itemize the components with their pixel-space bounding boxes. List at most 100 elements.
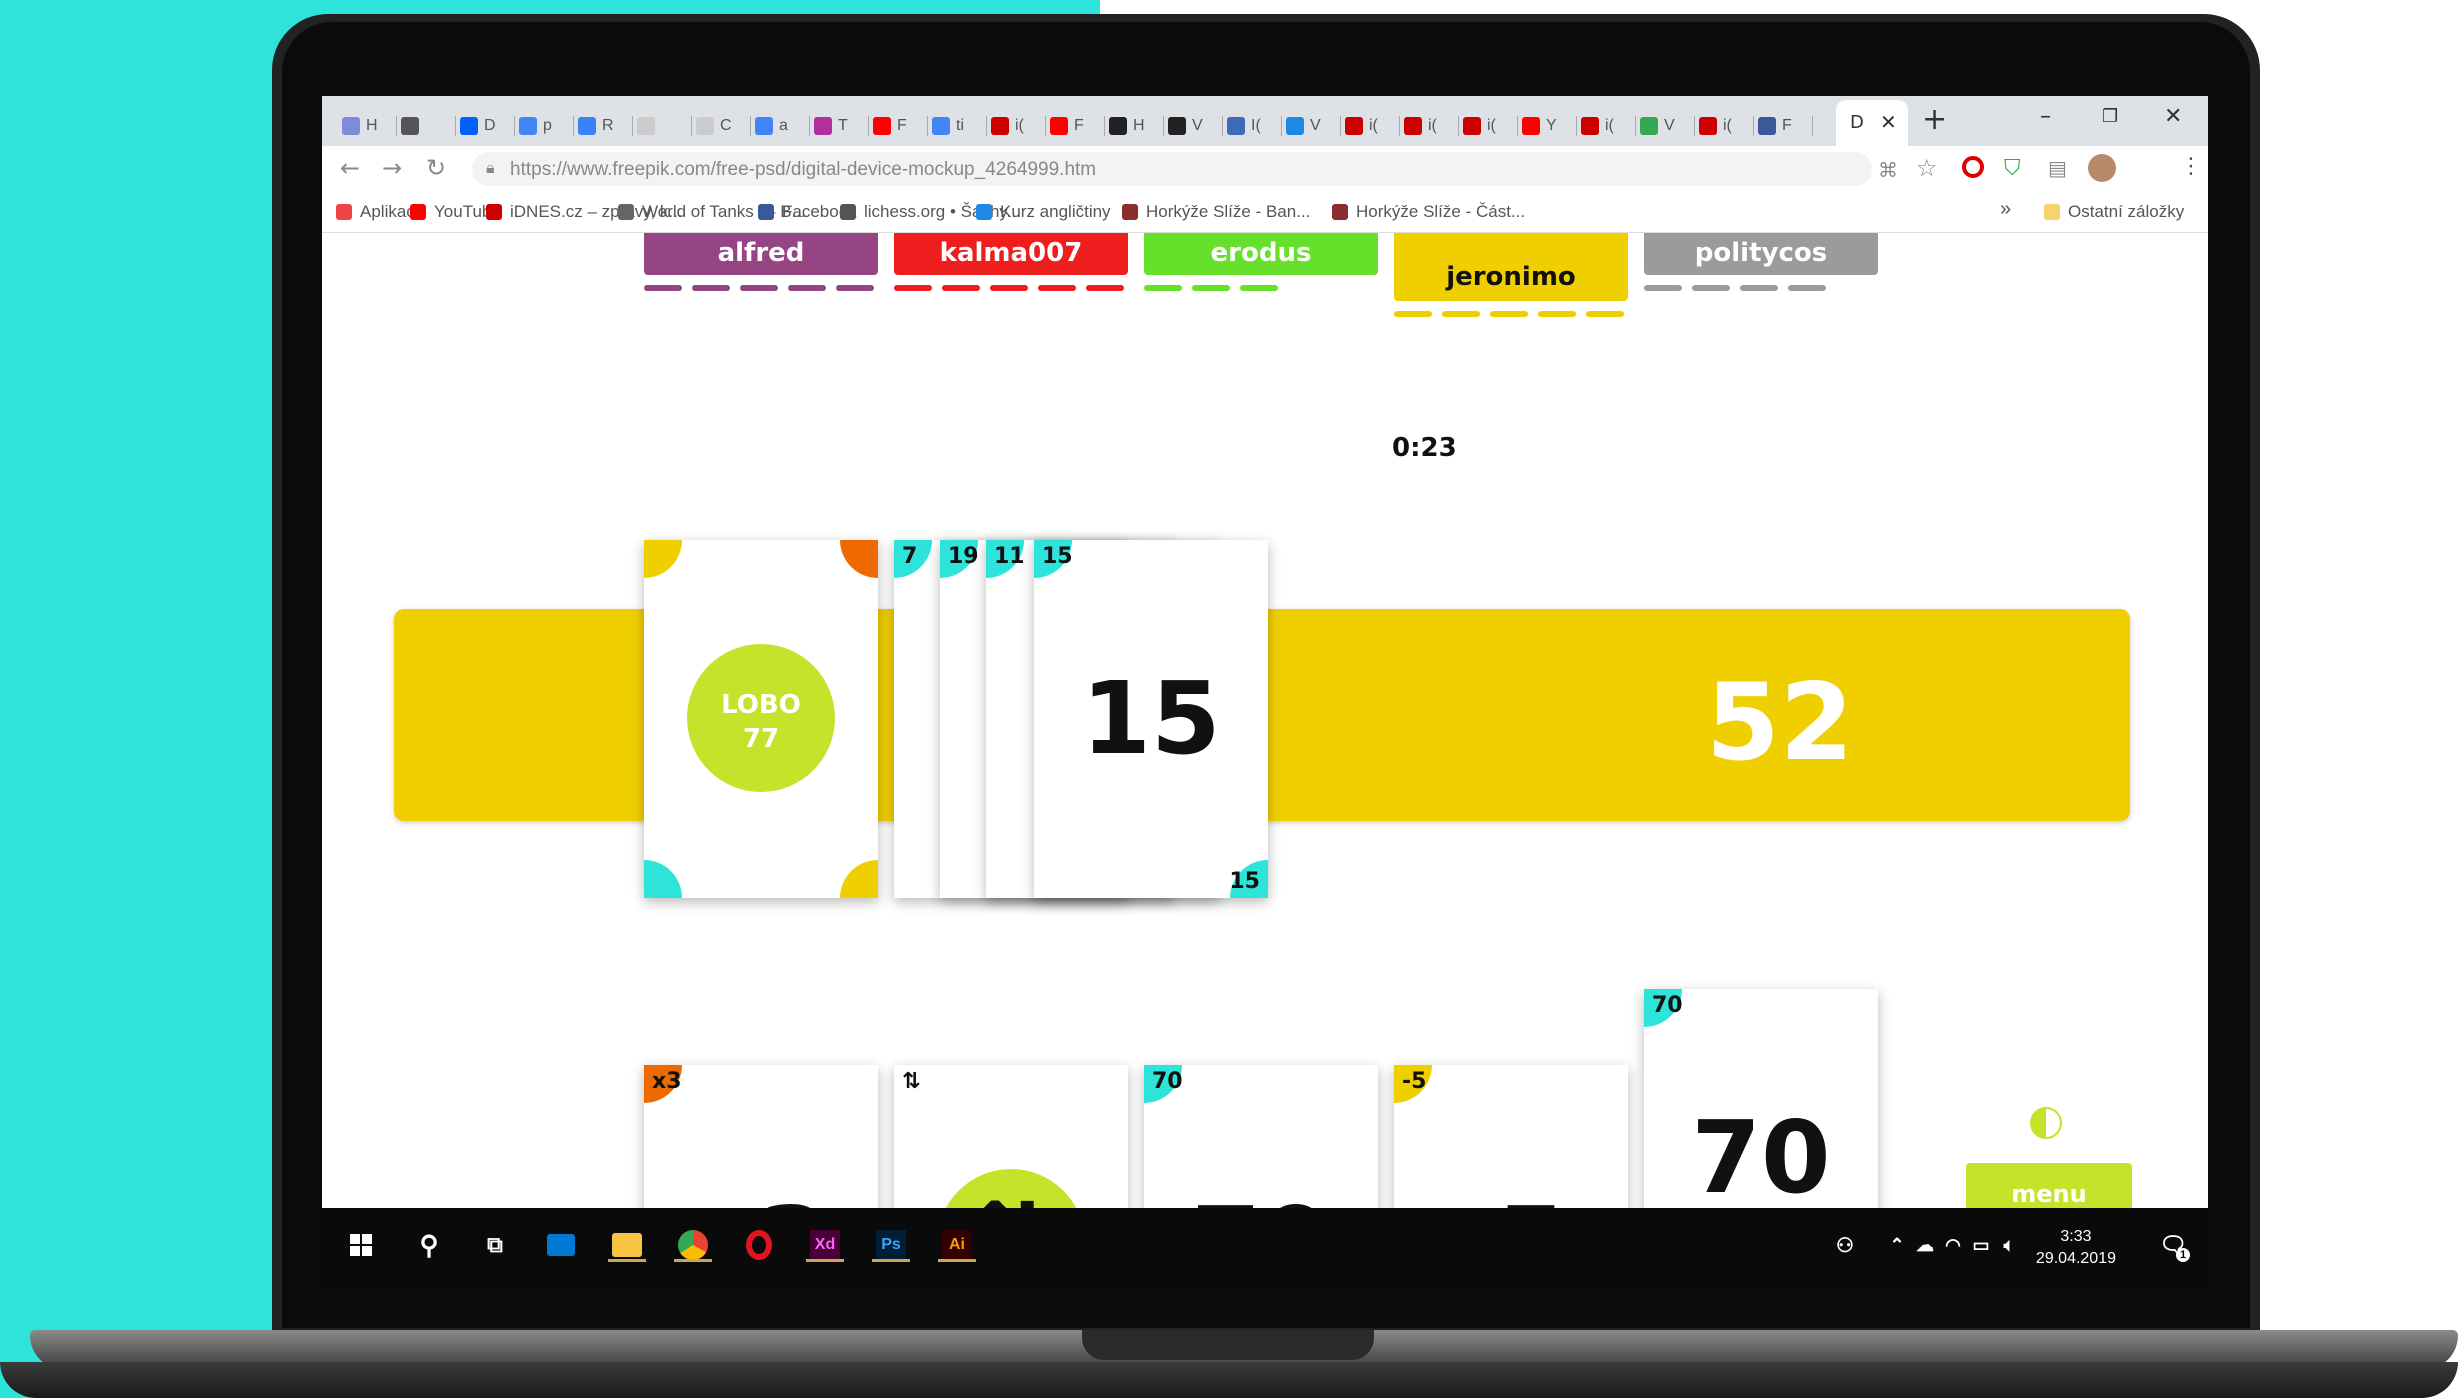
tab-separator (1812, 116, 1813, 136)
tab-label: p (543, 117, 552, 134)
chrome-icon[interactable] (670, 1222, 716, 1268)
profile-avatar[interactable] (2088, 154, 2116, 182)
life-dash (990, 285, 1028, 291)
minimize-icon[interactable]: – (2040, 104, 2051, 129)
browser-tab[interactable]: F (1748, 106, 1813, 146)
outlook-icon[interactable] (538, 1222, 584, 1268)
laptop-base-lip (0, 1362, 2458, 1398)
browser-tab[interactable]: ti (922, 106, 987, 146)
browser-tab[interactable]: a (745, 106, 810, 146)
opera-icon[interactable] (736, 1222, 782, 1268)
windows-start-icon[interactable] (338, 1222, 384, 1268)
tab-label: R (602, 117, 614, 134)
extension-icon[interactable]: ▤ (2048, 156, 2067, 180)
card-corner-number: 7 (902, 544, 918, 569)
player-lives (644, 285, 874, 291)
menu-dots-icon[interactable]: ⋮ (2180, 154, 2202, 179)
bookmark-item[interactable]: Horkýže Slíže - Ban... (1122, 202, 1310, 222)
tab-active[interactable]: D ✕ (1836, 100, 1908, 146)
bookmark-favicon-icon (618, 204, 634, 220)
tab-favicon-icon (519, 117, 537, 135)
photoshop-icon[interactable]: Ps (868, 1222, 914, 1268)
browser-tab[interactable]: C (686, 106, 751, 146)
restore-icon[interactable]: ❐ (2102, 106, 2118, 127)
shield-extension-icon[interactable]: ⛉ (2004, 156, 2021, 181)
browser-tab[interactable]: H (332, 106, 397, 146)
system-clock[interactable]: 3:33 29.04.2019 (2036, 1226, 2116, 1270)
url-text[interactable]: https://www.freepik.com/free-psd/digital… (510, 159, 1096, 181)
card-corner-number: x3 (652, 1069, 682, 1094)
onedrive-icon[interactable]: ☁ (1910, 1222, 1940, 1268)
life-dash (1788, 285, 1826, 291)
player-lives (1644, 285, 1826, 291)
task-view-icon[interactable]: ⧉ (472, 1222, 518, 1268)
browser-tab[interactable]: D (450, 106, 515, 146)
forward-icon[interactable]: → (382, 154, 402, 182)
tab-favicon-icon (1404, 117, 1422, 135)
tab-favicon-icon (1699, 117, 1717, 135)
browser-tab[interactable] (627, 106, 692, 146)
close-tab-icon[interactable]: ✕ (1880, 110, 1897, 134)
browser-tab[interactable]: i( (1571, 106, 1636, 146)
bookmark-item[interactable]: Kurz angličtiny (976, 202, 1111, 222)
tab-favicon-icon (460, 117, 478, 135)
tab-favicon-icon (1109, 117, 1127, 135)
translate-icon[interactable]: ⌘ (1878, 158, 1898, 182)
bookmark-star-icon[interactable]: ☆ (1916, 154, 1938, 182)
browser-tab[interactable]: H (1099, 106, 1164, 146)
opera-extension-icon[interactable] (1962, 156, 1984, 178)
bookmarks-bar: Aplikace YouTube iDNES.cz – zprávy, k... Wo… (322, 192, 2208, 233)
browser-tab[interactable]: p (509, 106, 574, 146)
people-icon[interactable]: ⚇ (1822, 1222, 1868, 1268)
life-dash (1740, 285, 1778, 291)
other-bookmarks[interactable]: Ostatní záložky (2044, 202, 2184, 222)
browser-tab[interactable]: T (804, 106, 869, 146)
browser-tab[interactable]: i( (981, 106, 1046, 146)
tab-favicon-icon (1758, 117, 1776, 135)
tray-expand-icon[interactable]: ⌃ (1882, 1222, 1912, 1268)
bookmark-item[interactable]: Horkýže Slíže - Část... (1332, 202, 1525, 222)
reload-icon[interactable]: ↻ (426, 154, 446, 182)
browser-tab[interactable]: Y (1512, 106, 1577, 146)
player-tag: erodus (1144, 233, 1378, 275)
browser-tab[interactable]: i( (1394, 106, 1459, 146)
life-dash (692, 285, 730, 291)
file-explorer-icon[interactable] (604, 1222, 650, 1268)
bookmarks-more[interactable]: » (2000, 198, 2011, 221)
life-dash (1644, 285, 1682, 291)
wifi-icon[interactable]: ◠ (1938, 1222, 1968, 1268)
browser-tab[interactable]: i( (1689, 106, 1754, 146)
close-window-icon[interactable]: ✕ (2164, 104, 2182, 129)
search-icon[interactable]: ⚲ (406, 1222, 452, 1268)
browser-tab[interactable]: F (1040, 106, 1105, 146)
volume-icon[interactable]: 🔈︎ (1994, 1222, 2024, 1268)
life-dash (1394, 311, 1432, 317)
browser-tab[interactable] (391, 106, 456, 146)
tab-label: F (1782, 117, 1792, 134)
life-dash (1442, 311, 1480, 317)
browser-tab[interactable]: V (1630, 106, 1695, 146)
browser-tab[interactable]: V (1276, 106, 1341, 146)
back-icon[interactable]: ← (340, 154, 360, 182)
life-dash (1538, 311, 1576, 317)
new-tab-button[interactable]: + (1922, 102, 1947, 137)
tab-favicon-icon (991, 117, 1009, 135)
browser-tab[interactable]: I( (1217, 106, 1282, 146)
lobo-number: 77 (742, 724, 780, 754)
illustrator-icon[interactable]: Ai (934, 1222, 980, 1268)
browser-tab[interactable]: V (1158, 106, 1223, 146)
tab-favicon-icon (1640, 117, 1658, 135)
browser-tab[interactable]: i( (1453, 106, 1518, 146)
battery-icon[interactable]: ▭ (1966, 1222, 1996, 1268)
browser-tab[interactable]: F (863, 106, 928, 146)
tab-favicon-icon (1522, 117, 1540, 135)
theme-toggle-icon[interactable] (2030, 1107, 2062, 1139)
card-corner-number: 15 (1229, 869, 1260, 894)
browser-tab[interactable]: R (568, 106, 633, 146)
tab-label: i( (1605, 117, 1614, 134)
tab-label: i( (1487, 117, 1496, 134)
deck-card[interactable]: LOBO 77 (644, 540, 878, 898)
browser-tab[interactable]: i( (1335, 106, 1400, 146)
notifications-icon[interactable]: 🗨︎ 1 (2150, 1222, 2196, 1268)
adobe-xd-icon[interactable]: Xd (802, 1222, 848, 1268)
